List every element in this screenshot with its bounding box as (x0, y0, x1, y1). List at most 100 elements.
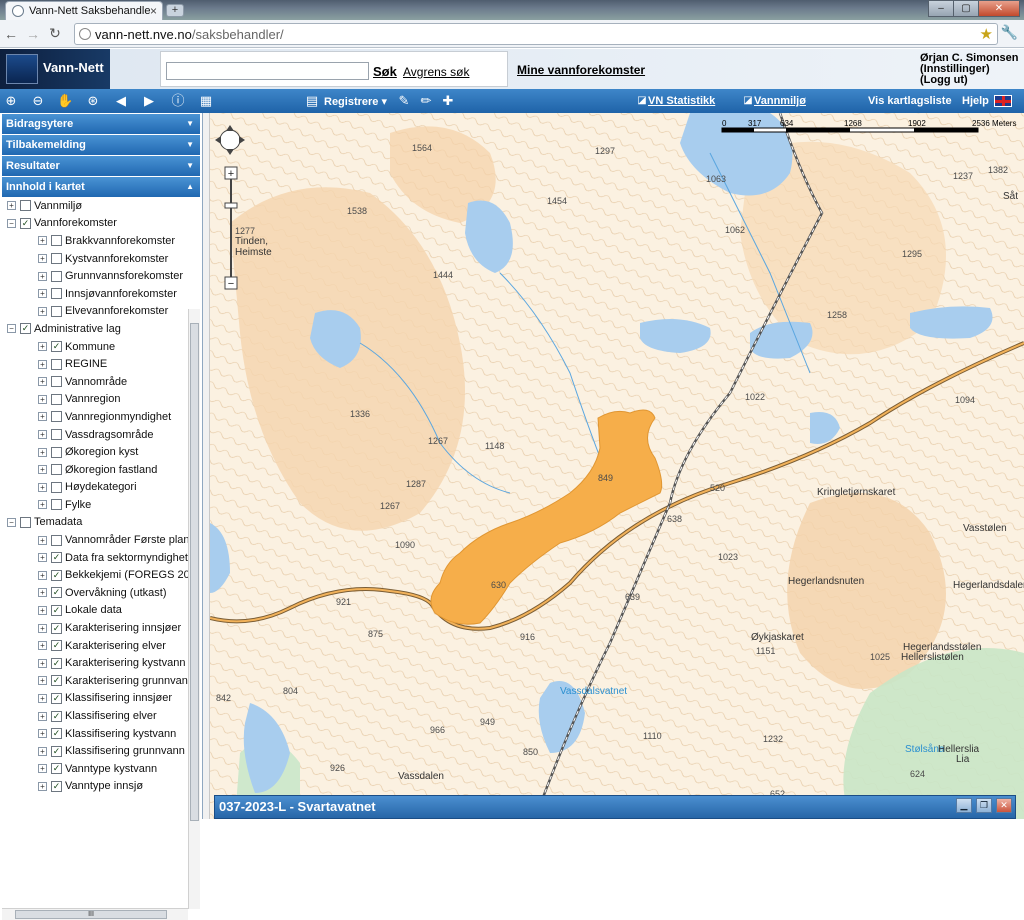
expand-icon[interactable]: + (38, 605, 47, 615)
expand-icon[interactable]: + (38, 623, 47, 633)
expand-icon[interactable]: + (38, 430, 47, 440)
expand-icon[interactable]: + (38, 693, 47, 703)
address-bar[interactable]: vann-nett.nve.no/saksbehandler/ ★ (74, 23, 998, 45)
logout-link[interactable]: (Logg ut) (920, 75, 1018, 86)
expand-icon[interactable]: + (38, 711, 47, 721)
layer-tree-item[interactable]: + Vannregionmyndighet (2, 408, 188, 426)
expand-icon[interactable]: + (38, 658, 47, 668)
layer-checkbox[interactable] (20, 516, 31, 528)
layer-tree-item[interactable]: + Grunnvannsforekomster (2, 267, 188, 285)
layer-checkbox[interactable]: ✓ (51, 728, 62, 740)
layer-checkbox[interactable] (20, 200, 31, 212)
tab-close-icon[interactable]: × (150, 4, 157, 18)
expand-icon[interactable]: + (38, 570, 47, 580)
page-info-icon[interactable] (79, 28, 91, 40)
reload-icon[interactable]: ↻ (44, 25, 66, 42)
layer-checkbox[interactable] (51, 270, 62, 282)
layer-tree-item[interactable]: − Temadata (2, 514, 188, 532)
help-button[interactable]: Hjelp (962, 95, 989, 107)
forward-arrow-icon[interactable]: → (22, 26, 44, 42)
vn-statistics-link[interactable]: VN Statistikk (648, 95, 715, 107)
minimize-window-icon[interactable]: – (928, 0, 954, 17)
layer-checkbox[interactable] (51, 411, 62, 423)
layer-tree-item[interactable]: + Vannområde (2, 373, 188, 391)
layer-tree-item[interactable]: − ✓ Vannforekomster (2, 215, 188, 233)
expand-icon[interactable]: + (38, 482, 47, 492)
layer-checkbox[interactable] (51, 499, 62, 511)
layer-checkbox[interactable]: ✓ (51, 622, 62, 634)
layer-tree-item[interactable]: + Vassdragsområde (2, 426, 188, 444)
maximize-window-icon[interactable]: ▢ (953, 0, 979, 17)
layer-checkbox[interactable]: ✓ (51, 763, 62, 775)
layer-checkbox[interactable]: ✓ (51, 675, 62, 687)
layer-tree-item[interactable]: + Økoregion fastland (2, 461, 188, 479)
restore-panel-icon[interactable]: ❐ (976, 798, 992, 813)
expand-icon[interactable]: + (38, 306, 47, 316)
search-button[interactable]: Søk (373, 64, 397, 79)
new-tab-button[interactable]: + (166, 4, 184, 17)
next-extent-icon[interactable]: ▶ (141, 93, 157, 109)
layer-tree-item[interactable]: + ✓ Lokale data (2, 602, 188, 620)
expand-icon[interactable]: + (38, 342, 47, 352)
layer-checkbox[interactable]: ✓ (51, 710, 62, 722)
pan-hand-icon[interactable]: ✋ (57, 93, 73, 109)
layer-tree-item[interactable]: + ✓ Klassifisering grunnvann (2, 742, 188, 760)
panel-resultater[interactable]: Resultater ▼ (2, 156, 200, 176)
sidebar-horizontal-scrollbar[interactable]: III (2, 908, 188, 920)
layer-checkbox[interactable]: ✓ (51, 657, 62, 669)
layer-tree-item[interactable]: + Vannregion (2, 391, 188, 409)
collapse-icon[interactable]: − (7, 218, 16, 228)
panel-tilbakemelding[interactable]: Tilbakemelding ▼ (2, 135, 200, 155)
expand-icon[interactable]: + (38, 746, 47, 756)
expand-icon[interactable]: + (38, 764, 47, 774)
info-icon[interactable]: ⓘ (170, 93, 186, 109)
layer-tree-item[interactable]: + ✓ Karakterisering elver (2, 637, 188, 655)
zoom-out-icon[interactable]: ⊖ (30, 93, 46, 109)
minimize-panel-icon[interactable]: ▁ (956, 798, 972, 813)
back-arrow-icon[interactable]: ← (0, 26, 22, 42)
layer-checkbox[interactable]: ✓ (51, 640, 62, 652)
layer-tree-item[interactable]: + ✓ Data fra sektormyndighete (2, 549, 188, 567)
layer-tree-item[interactable]: + ✓ Klassifisering kystvann (2, 725, 188, 743)
map-view[interactable]: + − 0 317 634 1268 1902 2536 Meters 1564 1297 1… (210, 113, 1024, 819)
layer-checkbox[interactable] (51, 253, 62, 265)
uk-flag-icon[interactable] (994, 95, 1012, 107)
layer-checkbox[interactable] (51, 464, 62, 476)
layer-checkbox[interactable]: ✓ (20, 217, 31, 229)
zoom-in-icon[interactable]: ⊕ (3, 93, 19, 109)
expand-icon[interactable]: + (38, 394, 47, 404)
expand-icon[interactable]: + (38, 359, 47, 369)
layer-tree-item[interactable]: + ✓ Kommune (2, 338, 188, 356)
expand-icon[interactable]: + (38, 465, 47, 475)
sidebar-splitter[interactable] (203, 113, 210, 819)
zoom-extent-icon[interactable]: ⊛ (85, 93, 101, 109)
layer-checkbox[interactable] (51, 446, 62, 458)
measure-icon[interactable]: ▦ (198, 93, 214, 109)
edit-tool-icon[interactable]: ✎ (396, 93, 412, 109)
layer-tree-item[interactable]: + ✓ Vanntype innsjø (2, 778, 188, 796)
layer-tree-item[interactable]: + Innsjøvannforekomster (2, 285, 188, 303)
wrench-menu-icon[interactable]: 🔧 (1001, 24, 1018, 41)
pencil-icon[interactable]: ✏ (418, 93, 434, 109)
register-menu[interactable]: Registrere ▾ (324, 95, 387, 108)
expand-icon[interactable]: + (38, 729, 47, 739)
layer-tree-item[interactable]: + Vannmiljø (2, 197, 188, 215)
layer-checkbox[interactable] (51, 305, 62, 317)
layer-checkbox[interactable] (51, 376, 62, 388)
layer-checkbox[interactable] (51, 235, 62, 247)
browser-tab[interactable]: Vann-Nett Saksbehandler × (5, 1, 163, 20)
layer-checkbox[interactable] (51, 288, 62, 300)
expand-icon[interactable]: + (38, 447, 47, 457)
layer-tree-item[interactable]: + ✓ Karakterisering grunnvann (2, 672, 188, 690)
register-icon[interactable]: ▤ (304, 93, 320, 109)
collapse-icon[interactable]: − (7, 324, 16, 334)
collapse-icon[interactable]: − (7, 517, 16, 527)
layer-tree-item[interactable]: + Økoregion kyst (2, 443, 188, 461)
expand-icon[interactable]: + (38, 289, 47, 299)
expand-icon[interactable]: + (38, 236, 47, 246)
refine-search-link[interactable]: Avgrens søk (403, 65, 469, 79)
expand-icon[interactable]: + (38, 641, 47, 651)
layer-tree-item[interactable]: + ✓ Karakterisering innsjøer (2, 619, 188, 637)
layer-tree-item[interactable]: − ✓ Administrative lag (2, 320, 188, 338)
layer-tree-item[interactable]: + Brakkvannforekomster (2, 232, 188, 250)
